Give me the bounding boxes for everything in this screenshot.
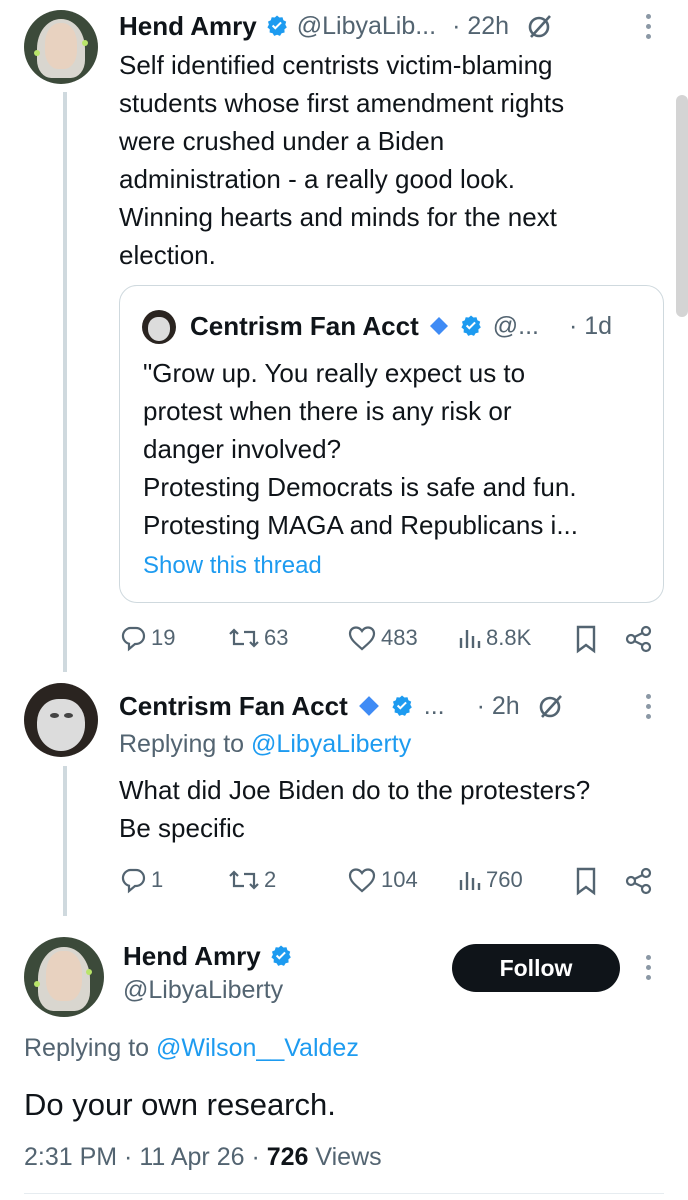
timestamp[interactable]: · 22h: [452, 12, 509, 41]
main-author-name[interactable]: Hend Amry: [123, 941, 261, 972]
thread-connector: [63, 92, 67, 672]
like-count: 104: [381, 867, 418, 892]
affiliate-diamond-icon: [358, 696, 379, 716]
tweet1-header: Hend Amry @LibyaLib... · 22h: [119, 8, 555, 44]
follow-button[interactable]: Follow: [452, 944, 620, 992]
scrollbar[interactable]: [676, 95, 688, 317]
like-icon: [348, 868, 376, 893]
verified-icon: [392, 695, 412, 716]
main-replying-to: Replying to @Wilson__Valdez: [24, 1034, 359, 1063]
author-name[interactable]: Hend Amry: [119, 11, 257, 42]
like-count: 483: [381, 625, 418, 650]
main-author-handle[interactable]: @LibyaLiberty: [123, 976, 293, 1005]
avatar-hend-amry[interactable]: [24, 10, 98, 84]
verified-icon: [267, 15, 287, 36]
show-thread-link[interactable]: Show this thread: [143, 552, 322, 580]
views-icon: [459, 630, 481, 648]
quote-text: "Grow up. You really expect us to protes…: [143, 358, 579, 540]
verified-icon: [461, 315, 481, 336]
like-button[interactable]: 104: [347, 866, 418, 894]
quote-timestamp[interactable]: · 1d: [569, 312, 612, 341]
replying-to-label: Replying to: [24, 1034, 157, 1062]
tweet1-text: Self identified centrists victim-blaming…: [119, 50, 565, 270]
main-author-block: Hend Amry @LibyaLiberty: [123, 938, 293, 1005]
share-icon[interactable]: [624, 624, 654, 654]
more-icon[interactable]: [646, 955, 652, 985]
views-count: 8.8K: [486, 625, 532, 650]
views-button[interactable]: 8.8K: [458, 624, 531, 652]
views-button[interactable]: 760: [458, 866, 523, 894]
quote-author-name[interactable]: Centrism Fan Acct: [190, 311, 419, 342]
avatar-main-author[interactable]: [24, 937, 104, 1017]
replying-to: Replying to @LibyaLiberty: [119, 730, 411, 759]
like-button[interactable]: 483: [347, 624, 418, 652]
grok-icon[interactable]: [525, 11, 555, 41]
repost-icon: [229, 870, 259, 890]
author-handle[interactable]: ...: [424, 692, 445, 721]
tweet2-header: Centrism Fan Acct ... · 2h: [119, 688, 566, 724]
quote-avatar: [142, 310, 176, 344]
replying-to-handle[interactable]: @LibyaLiberty: [251, 730, 411, 758]
replying-to-label: Replying to: [119, 730, 252, 758]
main-views-label: Views: [308, 1143, 382, 1171]
more-icon[interactable]: [646, 14, 652, 44]
views-icon: [459, 872, 481, 890]
quote-author-handle[interactable]: @...: [493, 312, 539, 341]
reply-icon: [121, 626, 146, 652]
more-icon[interactable]: [646, 694, 652, 724]
divider: [24, 1193, 664, 1194]
reply-button[interactable]: 19: [119, 624, 175, 652]
repost-button[interactable]: 63: [228, 624, 288, 652]
main-timestamp-row: 2:31 PM · 11 Apr 26 · 726 Views: [24, 1143, 382, 1172]
affiliate-diamond-icon: [429, 317, 448, 335]
timestamp[interactable]: · 2h: [477, 692, 520, 721]
repost-icon: [229, 628, 259, 648]
bookmark-icon[interactable]: [574, 866, 598, 896]
grok-icon[interactable]: [536, 691, 566, 721]
reply-count: 1: [151, 867, 164, 892]
main-timestamp[interactable]: 2:31 PM · 11 Apr 26 ·: [24, 1143, 267, 1171]
repost-count: 63: [264, 625, 289, 650]
main-views-count: 726: [266, 1143, 309, 1171]
views-count: 760: [486, 867, 523, 892]
quoted-tweet-card[interactable]: Centrism Fan Acct @... · 1d "Grow up. Yo…: [119, 285, 664, 603]
bookmark-icon[interactable]: [574, 624, 598, 654]
author-handle[interactable]: @LibyaLib...: [297, 12, 436, 41]
share-icon[interactable]: [624, 866, 654, 896]
verified-icon: [271, 945, 291, 966]
repost-count: 2: [264, 867, 277, 892]
reply-count: 19: [151, 625, 176, 650]
reply-icon: [121, 868, 146, 894]
reply-button[interactable]: 1: [119, 866, 163, 894]
main-tweet-text: Do your own research.: [24, 1087, 336, 1122]
thread-connector-2: [63, 766, 67, 916]
author-name[interactable]: Centrism Fan Acct: [119, 691, 348, 722]
avatar-centrism-fan-acct[interactable]: [24, 683, 98, 757]
replying-to-handle[interactable]: @Wilson__Valdez: [156, 1034, 359, 1062]
repost-button[interactable]: 2: [228, 866, 276, 894]
tweet2-text: What did Joe Biden do to the protesters?…: [119, 775, 591, 843]
like-icon: [348, 626, 376, 651]
